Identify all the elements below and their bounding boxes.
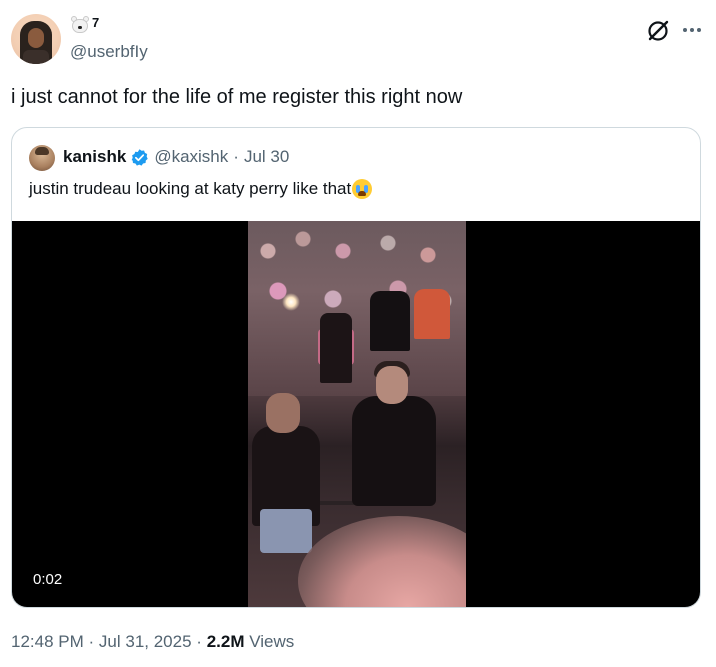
grok-icon[interactable] <box>645 18 671 44</box>
post-time[interactable]: 12:48 PM <box>11 632 84 651</box>
author-handle[interactable]: @userbfIy <box>70 42 148 62</box>
video-timestamp: 0:02 <box>25 568 71 592</box>
quoted-author-avatar[interactable] <box>29 145 55 171</box>
separator-dot: · <box>88 632 95 651</box>
video-player[interactable]: 0:02 <box>12 221 700 607</box>
separator-dot: · <box>196 632 202 651</box>
post-date[interactable]: Jul 31, 2025 <box>99 632 192 651</box>
tweet-text: i just cannot for the life of me registe… <box>11 86 463 108</box>
more-icon[interactable] <box>683 24 707 36</box>
author-avatar[interactable] <box>11 14 61 64</box>
tweet-header: 7 @userbfIy <box>11 14 705 70</box>
author-name-suffix: 7 <box>92 14 100 30</box>
quoted-text-content: justin trudeau looking at katy perry lik… <box>29 179 352 198</box>
crying-face-icon <box>352 179 373 199</box>
quoted-tweet-header: kanishk @kaxishk · Jul 30 <box>63 147 289 167</box>
quoted-author-name[interactable]: kanishk <box>63 147 126 167</box>
separator-dot: · <box>233 147 239 166</box>
views-label: Views <box>249 632 295 651</box>
author-name[interactable]: 7 <box>70 14 100 34</box>
quoted-date[interactable]: Jul 30 <box>244 147 289 167</box>
video-frame <box>248 221 466 607</box>
quoted-author-handle[interactable]: @kaxishk <box>154 147 228 167</box>
polar-bear-icon <box>70 16 90 34</box>
verified-badge-icon <box>131 148 149 166</box>
quoted-tweet[interactable]: kanishk @kaxishk · Jul 30 justin trudeau… <box>11 127 701 608</box>
views-count: 2.2M <box>206 632 245 651</box>
tweet-meta: 12:48 PM · Jul 31, 2025 · 2.2M Views <box>11 632 294 652</box>
quoted-tweet-text: justin trudeau looking at katy perry lik… <box>29 179 373 199</box>
